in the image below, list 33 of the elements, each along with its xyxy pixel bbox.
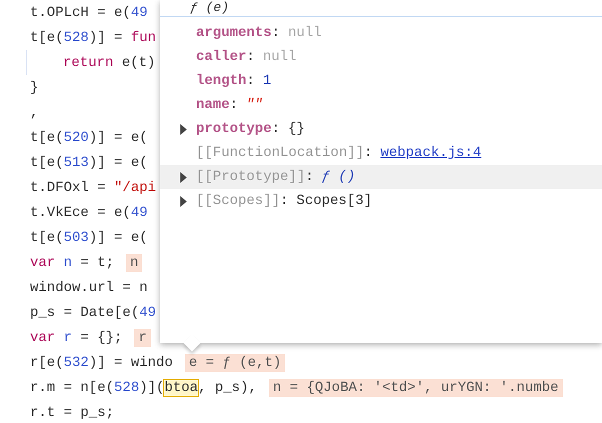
code-line: t.VkEce = e(49 (30, 204, 148, 220)
code-line: t.OPLcH = e(49 (30, 4, 148, 20)
inline-value: n (126, 254, 142, 272)
code-line: t[e(503)] = e( (30, 230, 148, 246)
inline-value: r (134, 328, 151, 346)
code-line: t.DFOxl = "/api (30, 180, 156, 196)
code-line: r[e(532)] = windo (30, 354, 173, 370)
code-line: t[e(528)] = fun (30, 30, 156, 46)
property-row[interactable]: [[FunctionLocation]]: webpack.js:4 (160, 141, 602, 165)
property-row[interactable]: [[Scopes]]: Scopes[3] (160, 189, 602, 213)
property-row[interactable]: prototype: {} (160, 117, 602, 141)
popover-title: ƒ (e) (160, 0, 602, 17)
inline-value: n = {QJoBA: '<td>', urYGN: '.numbe (268, 378, 563, 396)
property-row[interactable]: [[Prototype]]: ƒ () (160, 165, 602, 189)
code-line: var n = t; (30, 254, 114, 270)
code-line: return e(t) (63, 54, 156, 70)
code-line: , (30, 104, 38, 120)
property-row[interactable]: caller: null (160, 45, 602, 69)
property-row[interactable]: name: "" (160, 93, 602, 117)
expand-arrow-icon[interactable] (180, 196, 187, 206)
inline-value: e = ƒ (e,t) (184, 354, 286, 372)
code-line: t[e(520)] = e( (30, 130, 148, 146)
property-row[interactable]: length: 1 (160, 69, 602, 93)
expand-arrow-icon[interactable] (180, 124, 187, 134)
code-line: r.t = p_s; (30, 404, 114, 420)
code-line: window.url = n (30, 280, 148, 296)
code-line: var r = {}; (30, 330, 122, 346)
expand-arrow-icon[interactable] (180, 172, 187, 182)
code-line: p_s = Date[e(49 (30, 304, 156, 320)
code-line: } (30, 80, 38, 96)
property-row[interactable]: arguments: null (160, 21, 602, 45)
code-line: t[e(513)] = e( (30, 154, 148, 170)
code-line: r.m = n[e(528)](btoa, p_s), (30, 380, 257, 396)
